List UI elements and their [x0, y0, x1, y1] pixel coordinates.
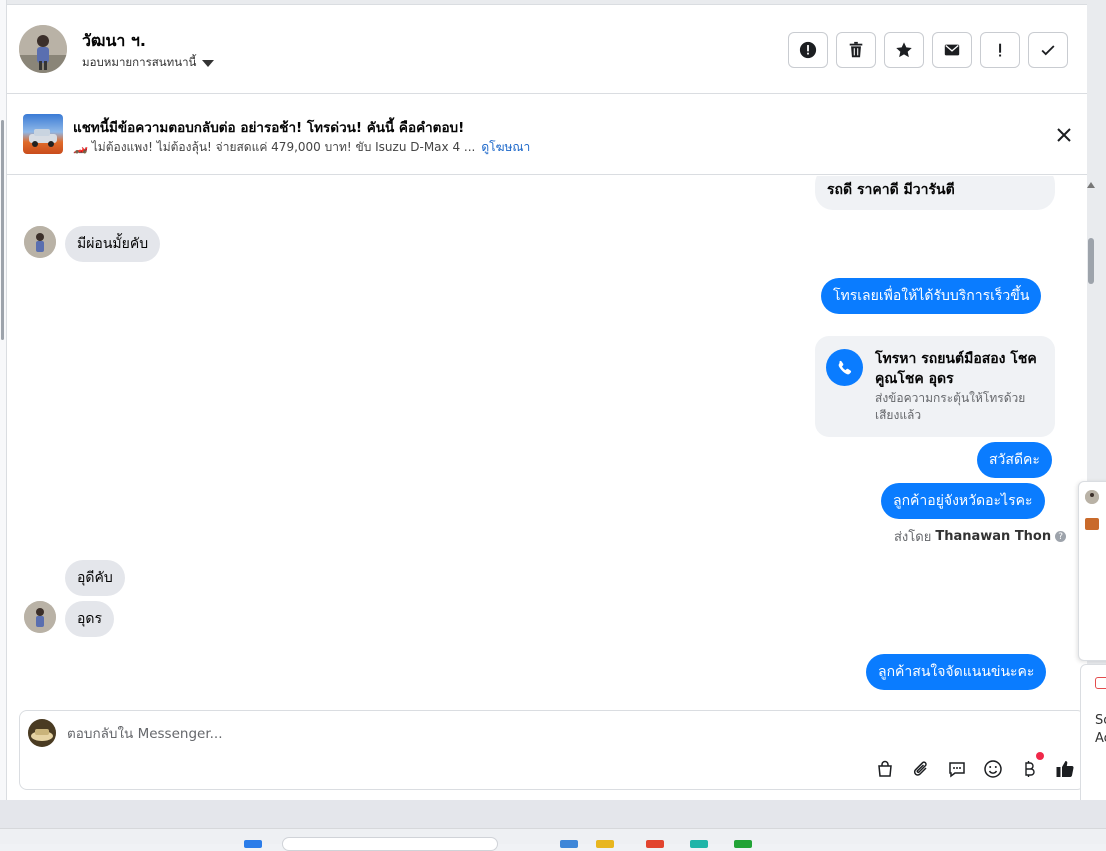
outgoing-message: ลูกค้าอยู่จังหวัดอะไรคะ	[881, 483, 1045, 519]
sender-name: Thanawan Thon	[935, 529, 1052, 544]
contact-avatar-small	[24, 601, 56, 633]
close-icon[interactable]	[1053, 124, 1075, 146]
ad-thumbnail[interactable]	[23, 114, 63, 154]
emoji-button[interactable]	[982, 758, 1004, 780]
thumbs-up-icon	[1056, 761, 1074, 777]
popup-line-2: Ac	[1095, 731, 1106, 746]
envelope-icon	[944, 44, 960, 56]
contact-name[interactable]: วัฒนา ฯ.	[82, 29, 146, 54]
conversation-panel: วัฒนา ฯ. มอบหมายการสนทนานี้ แชทนี้มีข้อค…	[7, 4, 1095, 800]
saved-reply-button[interactable]	[946, 758, 968, 780]
call-card-title: โทรหา รถยนต์มือสอง โชคคูณโชค อุดร	[875, 351, 1037, 387]
popup-line-1: Sc	[1095, 713, 1106, 728]
notification-dot	[1036, 752, 1044, 760]
header-actions	[788, 32, 1068, 68]
incoming-message: อุดีคับ	[65, 560, 125, 596]
check-icon	[1041, 45, 1055, 56]
popup-app-icon	[1095, 677, 1106, 689]
view-ad-link[interactable]: ดูโฆษณา	[481, 138, 530, 157]
incoming-message: อุดร	[65, 601, 115, 637]
star-button[interactable]	[884, 32, 924, 68]
outgoing-message: รถดี ราคาดี มีวารันตี	[815, 176, 1055, 210]
left-scrollbar[interactable]	[0, 0, 7, 800]
call-request-card[interactable]: โทรหา รถยนต์มือสอง โชคคูณโชค อุดร ส่งข้อ…	[815, 336, 1055, 437]
browser-bottom-strip	[0, 800, 1106, 828]
inbox-window: วัฒนา ฯ. มอบหมายการสนทนานี้ แชทนี้มีข้อค…	[0, 0, 1106, 851]
start-icon[interactable]	[244, 840, 262, 848]
taskbar-app-icon[interactable]	[560, 840, 578, 848]
alert-circle-icon	[799, 41, 817, 59]
incoming-message: มีผ่อนมั้ยคับ	[65, 226, 161, 262]
ad-subtitle: 🏎️ ไม่ต้องแพง! ไม่ต้องลุ้น! จ่ายสดแค่ 47…	[73, 140, 476, 154]
assign-label: มอบหมายการสนทนานี้	[82, 55, 197, 69]
popup-avatar	[1085, 490, 1099, 504]
side-chat-popup[interactable]	[1078, 481, 1106, 661]
mark-done-button[interactable]	[1028, 32, 1068, 68]
ad-subtitle-row: 🏎️ ไม่ต้องแพง! ไม่ต้องลุ้น! จ่ายสดแค่ 47…	[73, 138, 530, 157]
popup-thumbnail	[1085, 518, 1099, 530]
conversation-header: วัฒนา ฯ. มอบหมายการสนทนานี้	[7, 5, 1087, 94]
sent-by-prefix: ส่งโดย	[894, 530, 932, 545]
sent-by-label: ส่งโดย Thanawan Thon ?	[894, 526, 1067, 547]
shopping-bag-button[interactable]	[874, 758, 896, 780]
outgoing-message: โทรเลยเพื่อให้ได้รับบริการเร็วขึ้น	[821, 278, 1042, 314]
baht-payment-icon	[1025, 761, 1035, 777]
scroll-up-arrow-icon[interactable]	[1087, 182, 1095, 188]
contact-avatar[interactable]	[19, 25, 67, 73]
call-card-subtitle: ส่งข้อความกระตุ้นให้โทรด้วยเสียงแล้ว	[875, 391, 1026, 422]
reply-input[interactable]	[67, 723, 967, 745]
side-notification-popup[interactable]: Sc Ac	[1080, 664, 1106, 816]
left-scrollbar-thumb[interactable]	[1, 120, 4, 340]
chat-scrollbar-thumb[interactable]	[1088, 238, 1094, 284]
help-icon[interactable]: ?	[1055, 531, 1067, 542]
message-list[interactable]: รถดี ราคาดี มีวารันตี มีผ่อนมั้ยคับ โทรเ…	[7, 176, 1083, 701]
phone-icon	[826, 349, 863, 386]
page-avatar	[28, 719, 56, 747]
ad-banner: แชทนี้มีข้อความตอบกลับต่อ อย่ารอช้า! โทร…	[7, 95, 1087, 175]
like-button[interactable]	[1054, 758, 1076, 780]
paperclip-icon	[913, 761, 927, 776]
shopping-bag-icon	[878, 760, 892, 777]
taskbar-app-icon[interactable]	[734, 840, 752, 848]
ad-title: แชทนี้มีข้อความตอบกลับต่อ อย่ารอช้า! โทร…	[73, 120, 465, 136]
composer-tools	[874, 752, 1076, 780]
taskbar-app-icon[interactable]	[646, 840, 664, 848]
os-taskbar	[0, 828, 1106, 851]
exclamation-icon	[999, 43, 1002, 57]
star-icon	[896, 42, 912, 58]
assign-conversation-dropdown[interactable]: มอบหมายการสนทนานี้	[82, 54, 215, 72]
taskbar-app-icon[interactable]	[596, 840, 614, 848]
delete-button[interactable]	[836, 32, 876, 68]
contact-avatar-small	[24, 226, 56, 258]
attach-button[interactable]	[910, 758, 932, 780]
trash-icon	[849, 41, 863, 58]
reply-composer	[19, 710, 1085, 790]
outgoing-message: สวัสดีคะ	[977, 442, 1052, 478]
follow-up-button[interactable]	[980, 32, 1020, 68]
taskbar-app-icon[interactable]	[690, 840, 708, 848]
mark-unread-button[interactable]	[932, 32, 972, 68]
saved-reply-icon	[949, 762, 965, 778]
emoji-icon	[984, 760, 1002, 778]
caret-down-icon	[202, 59, 215, 67]
taskbar-search[interactable]	[282, 837, 498, 851]
report-button[interactable]	[788, 32, 828, 68]
payment-button[interactable]	[1018, 752, 1044, 780]
outgoing-message: ลูกค้าสนใจจัดแนนข่นะคะ	[866, 654, 1047, 690]
